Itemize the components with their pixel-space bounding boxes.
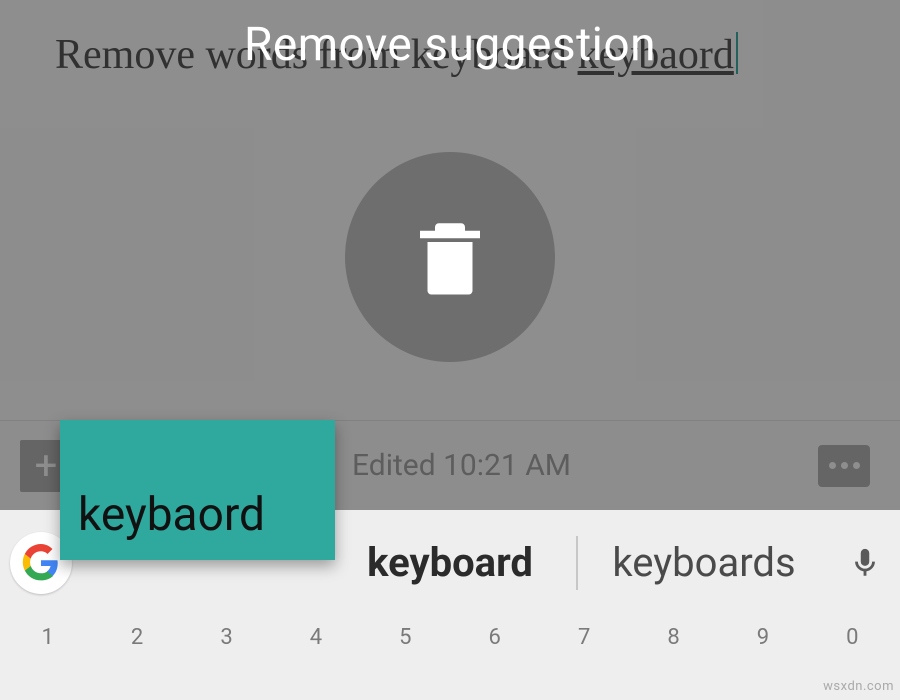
key-8[interactable]: 8 [632, 621, 715, 700]
overlay-title: Remove suggestion [244, 18, 656, 72]
trash-icon [405, 207, 495, 307]
key-1[interactable]: 1 [6, 621, 89, 700]
screen: Remove words from keyboard keybaord + Ed… [0, 0, 900, 700]
voice-input-button[interactable] [830, 540, 900, 586]
keyboard-number-row: 1 2 3 4 5 6 7 8 9 0 [0, 615, 900, 700]
suggestion-slot-right[interactable]: keyboards [578, 510, 830, 615]
dragged-suggestion-label: keybaord [78, 488, 265, 542]
watermark: wsxdn.com [823, 679, 894, 694]
microphone-icon [848, 540, 882, 586]
key-7[interactable]: 7 [542, 621, 625, 700]
google-logo-icon [22, 544, 60, 582]
key-3[interactable]: 3 [185, 621, 268, 700]
trash-drop-target[interactable] [345, 152, 555, 362]
key-9[interactable]: 9 [721, 621, 804, 700]
key-4[interactable]: 4 [274, 621, 357, 700]
key-2[interactable]: 2 [95, 621, 178, 700]
key-5[interactable]: 5 [364, 621, 447, 700]
dragged-suggestion-chip[interactable]: keybaord [60, 420, 335, 560]
key-6[interactable]: 6 [453, 621, 536, 700]
suggestion-slot-center[interactable]: keyboard [324, 510, 576, 615]
